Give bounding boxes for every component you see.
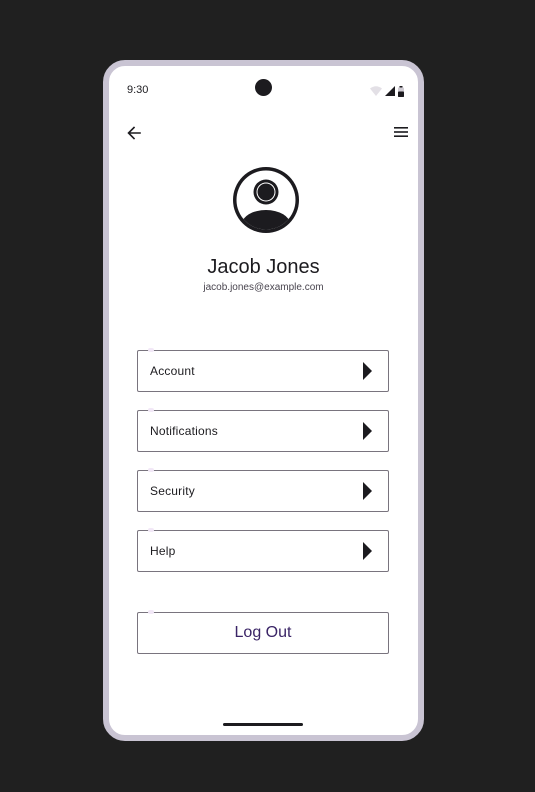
menu-item-account[interactable]: Account <box>137 348 389 392</box>
wifi-icon <box>370 86 382 96</box>
play-arrow-icon <box>363 362 372 380</box>
menu-item-notifications[interactable]: Notifications <box>137 408 389 452</box>
menu-item-help[interactable]: Help <box>137 528 389 572</box>
battery-icon <box>398 85 404 97</box>
user-name: Jacob Jones <box>207 256 320 278</box>
menu-item-label: Help <box>150 544 176 558</box>
status-bar: 9:30 <box>109 66 418 106</box>
play-arrow-icon <box>363 482 372 500</box>
top-app-bar <box>109 118 418 148</box>
menu-item-security[interactable]: Security <box>137 468 389 512</box>
back-button[interactable] <box>123 122 145 144</box>
phone-frame: 9:30 Jacob Jones jacob.jones@example.com… <box>103 60 424 741</box>
status-icons <box>370 85 404 97</box>
status-time: 9:30 <box>127 84 149 96</box>
play-arrow-icon <box>363 422 372 440</box>
account-circle-icon <box>233 167 299 233</box>
user-email: jacob.jones@example.com <box>203 282 324 293</box>
menu-item-label: Security <box>150 484 195 498</box>
menu-item-label: Notifications <box>150 424 218 438</box>
arrow-back-icon <box>127 126 141 140</box>
play-arrow-icon <box>363 542 372 560</box>
home-indicator[interactable] <box>223 723 303 726</box>
menu-button[interactable] <box>390 121 412 143</box>
hamburger-menu-icon <box>394 127 408 137</box>
menu-item-label: Account <box>150 364 195 378</box>
camera-cutout <box>255 79 272 96</box>
logout-button[interactable]: Log Out <box>137 610 389 654</box>
settings-menu-list: Account Notifications Security Help <box>137 348 389 590</box>
signal-icon <box>385 86 395 96</box>
